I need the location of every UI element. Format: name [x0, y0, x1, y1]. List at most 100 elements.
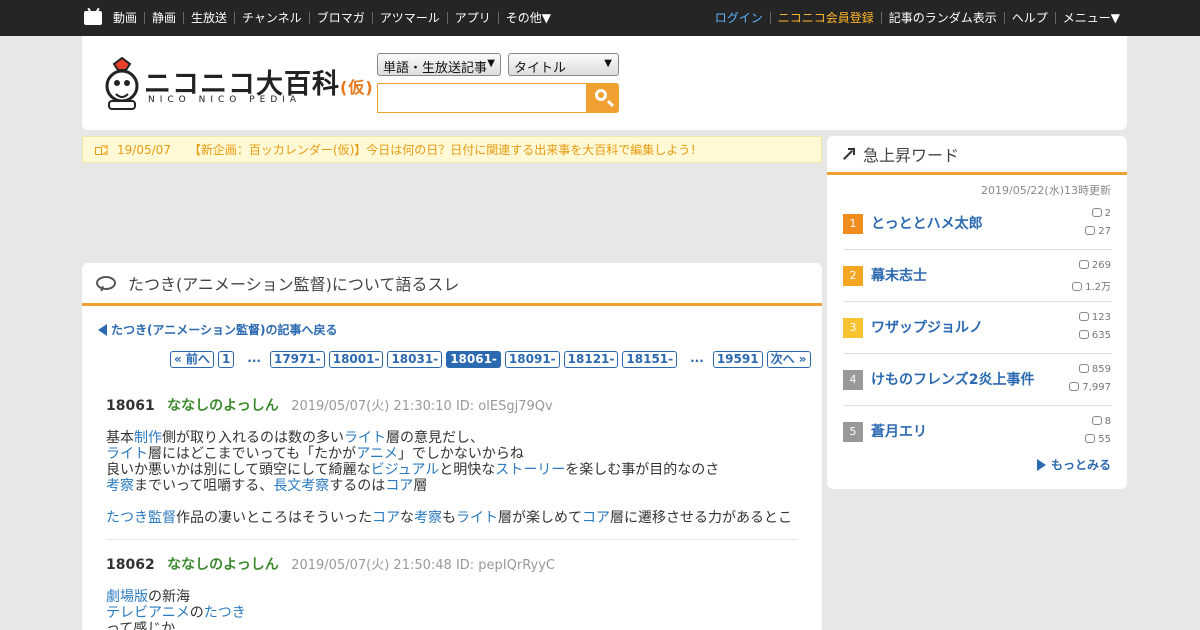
keyword-link[interactable]: テレビアニメ	[106, 605, 190, 621]
keyword-link[interactable]: ストーリー	[495, 462, 565, 478]
trending-item[interactable]: 4 けものフレンズ2炎上事件 859 7,997	[843, 354, 1111, 406]
comment-icon	[1078, 330, 1089, 339]
trending-word[interactable]: けものフレンズ2炎上事件	[871, 370, 1034, 390]
keyword-link[interactable]: コア	[582, 510, 610, 526]
pager-page[interactable]: 18121-	[563, 351, 619, 368]
pager-prev[interactable]: « 前へ	[170, 351, 214, 368]
trending-item[interactable]: 2 幕末志士 269 1.2万	[843, 250, 1111, 302]
menu-link[interactable]: メニュー▼	[1054, 12, 1127, 24]
notice-text[interactable]: 【新企画：百ッカレンダー(仮)】今日は何の日？日付に関連する出来事を大百科で編集…	[189, 141, 702, 158]
pager-current[interactable]: 18061-	[446, 351, 501, 368]
keyword-link[interactable]: 考察	[414, 510, 442, 526]
post: 18062 ななしのよっしん 2019/05/07(火) 21:50:48 ID…	[106, 554, 798, 630]
keyword-link[interactable]: たつき監督	[106, 510, 176, 526]
comment-icon	[1085, 226, 1096, 235]
post-line: ライト層にはどこまでいっても「たかがアニメ」でしかないからね	[106, 446, 524, 462]
pager-page[interactable]: 18001-	[328, 351, 384, 368]
logo-subtitle: NICO NICO PEDIA	[148, 95, 302, 105]
pager-page[interactable]: 18151-	[622, 351, 678, 368]
nav-other[interactable]: その他▼	[497, 12, 558, 24]
login-link[interactable]: ログイン	[708, 12, 770, 24]
rank-badge: 2	[843, 266, 863, 286]
post-line: 劇場版の新海	[106, 589, 190, 605]
keyword-link[interactable]: ライト	[106, 446, 148, 462]
nav-blomaga[interactable]: ブロマガ	[308, 12, 372, 24]
keyword-link[interactable]: ビジュアル	[371, 462, 440, 478]
keyword-link[interactable]: 制作	[134, 430, 162, 446]
post: 18061 ななしのよっしん 2019/05/07(火) 21:30:10 ID…	[106, 395, 798, 526]
keyword-link[interactable]: たつき	[204, 605, 246, 621]
comment-icon	[1072, 282, 1083, 291]
register-link[interactable]: ニコニコ会員登録	[769, 12, 881, 24]
trending-item[interactable]: 3 ワザップジョルノ 123 635	[843, 302, 1111, 354]
keyword-link[interactable]: ライト	[456, 510, 498, 526]
nav-app[interactable]: アプリ	[446, 12, 498, 24]
stat-comments: 7,997	[1069, 382, 1111, 393]
trending-word[interactable]: ワザップジョルノ	[871, 318, 983, 338]
search-input[interactable]	[377, 83, 587, 113]
thread-panel: たつき(アニメーション監督)について語るスレ たつき(アニメーション監督)の記事…	[82, 263, 822, 630]
trending-panel: 急上昇ワード 2019/05/22(水)13時更新 1 とっととハメ太郎 2 2…	[827, 136, 1127, 489]
hand-icon	[1078, 364, 1089, 373]
keyword-link[interactable]: 劇場版	[106, 589, 148, 605]
pager-page[interactable]: 18031-	[387, 351, 443, 368]
comment-icon	[1085, 434, 1096, 443]
keyword-link[interactable]: 長文考察	[273, 478, 329, 494]
notice-banner[interactable]: 19/05/07 【新企画：百ッカレンダー(仮)】今日は何の日？日付に関連する出…	[82, 136, 822, 163]
post-number[interactable]: 18061	[106, 398, 155, 414]
pager-page[interactable]: 18091-	[504, 351, 560, 368]
more-link[interactable]: もっとみる	[1036, 456, 1111, 473]
keyword-link[interactable]: コア	[372, 510, 400, 526]
keyword-link[interactable]: アニメ	[356, 446, 398, 462]
nav-video[interactable]: 動画	[113, 12, 144, 24]
post-header: 18062 ななしのよっしん 2019/05/07(火) 21:50:48 ID…	[106, 554, 798, 574]
rank-badge: 5	[843, 422, 863, 442]
pager-ellipsis: ...	[690, 351, 704, 365]
search-category-select[interactable]: 単語・生放送記事 ▼	[377, 53, 501, 76]
speech-bubble-icon	[96, 276, 116, 290]
back-arrow-icon	[98, 324, 107, 336]
keyword-link[interactable]: コア	[385, 478, 413, 494]
trending-updated: 2019/05/22(水)13時更新	[981, 184, 1111, 197]
stat-comments: 635	[1078, 330, 1111, 341]
pager-last[interactable]: 19591	[712, 351, 763, 368]
trending-word[interactable]: とっととハメ太郎	[871, 214, 983, 234]
post-number[interactable]: 18062	[106, 557, 155, 573]
keyword-link[interactable]: ライト	[344, 430, 386, 446]
pager-page[interactable]: 17971-	[269, 351, 325, 368]
nav-seiga[interactable]: 静画	[144, 12, 183, 24]
pager-next[interactable]: 次へ »	[766, 351, 811, 368]
trending-title: 急上昇ワード	[863, 146, 960, 165]
trending-word[interactable]: 蒼月エリ	[871, 422, 927, 442]
post-line: って感じか	[106, 621, 176, 630]
search-button[interactable]	[587, 83, 619, 113]
more-arrow-icon	[1036, 459, 1046, 471]
post-body: 劇場版の新海 テレビアニメのたつき って感じか	[106, 589, 798, 630]
mascot-icon	[105, 56, 139, 110]
stat-clicks: 269	[1078, 260, 1111, 271]
keyword-link[interactable]: 考察	[106, 478, 134, 494]
random-article-link[interactable]: 記事のランダム表示	[880, 12, 1004, 24]
hand-icon	[1091, 416, 1102, 425]
nav-channel[interactable]: チャンネル	[234, 12, 309, 24]
stat-comments: 55	[1085, 434, 1111, 445]
megaphone-icon	[95, 144, 109, 155]
comment-icon	[1069, 382, 1080, 391]
thread-title: たつき(アニメーション監督)について語るスレ	[128, 275, 460, 294]
back-to-article-link[interactable]: たつき(アニメーション監督)の記事へ戻る	[98, 321, 338, 338]
trending-item[interactable]: 5 蒼月エリ 8 55	[843, 406, 1111, 458]
help-link[interactable]: ヘルプ	[1003, 12, 1055, 24]
trending-arrow-icon	[841, 147, 855, 161]
site-logo[interactable]: ニコニコ大百科(仮) NICO NICO PEDIA	[100, 56, 373, 112]
user-nav: ログイン ニコニコ会員登録 記事のランダム表示 ヘルプ メニュー▼	[708, 12, 1127, 24]
post-meta: 2019/05/07(火) 21:30:10 ID: olESgj79Qv	[291, 399, 553, 414]
nav-live[interactable]: 生放送	[183, 12, 234, 24]
niconico-tv-icon[interactable]	[84, 11, 102, 25]
pager-page[interactable]: 1	[217, 351, 235, 368]
post-line: 良いか悪いかは別にして頭空にして綺麗なビジュアルと明快なストーリーを楽しむ事が目…	[106, 462, 720, 478]
trending-item[interactable]: 1 とっととハメ太郎 2 27	[843, 198, 1111, 250]
nav-atsumaru[interactable]: アツマール	[371, 12, 447, 24]
post-line: 考察までいって咀嚼する、長文考察するのはコア層	[106, 478, 428, 494]
search-field-select[interactable]: タイトル ▼	[508, 53, 619, 76]
trending-word[interactable]: 幕末志士	[871, 266, 927, 286]
